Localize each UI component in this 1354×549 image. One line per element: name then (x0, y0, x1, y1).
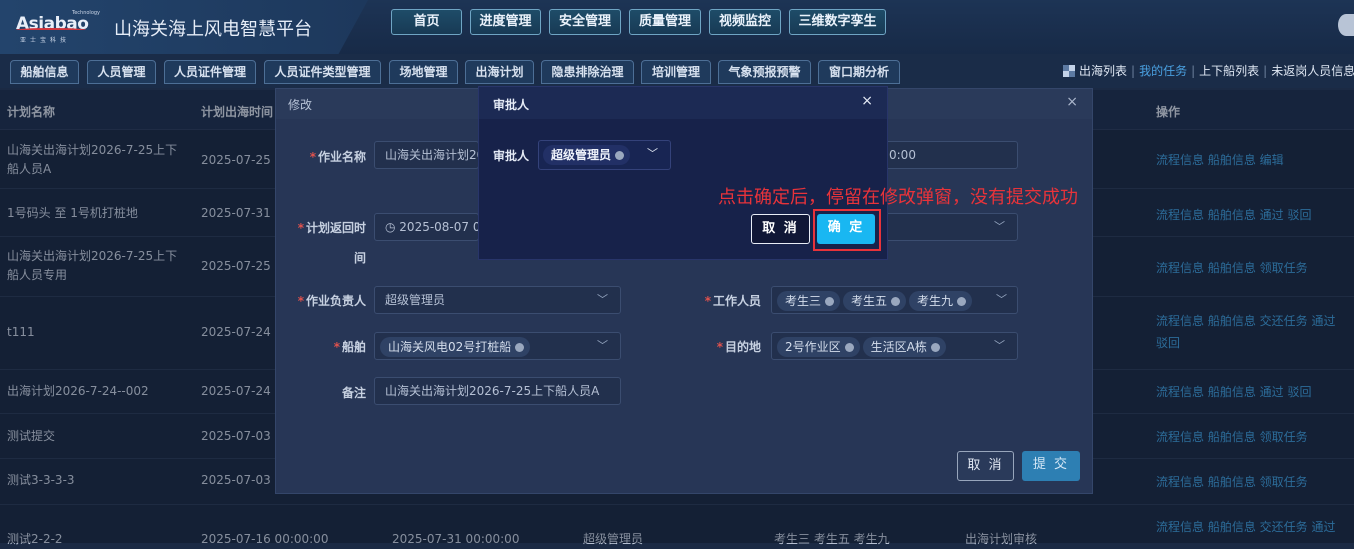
dest-tag: 2号作业区 (777, 336, 860, 357)
chevron-down-icon: ﹀ (994, 220, 1005, 233)
approver-select[interactable]: 超级管理员 ﹀ (538, 140, 671, 170)
tab-weather[interactable]: 气象预报预警 (718, 60, 811, 84)
chevron-down-icon: ﹀ (647, 147, 658, 160)
chevron-down-icon: ﹀ (996, 293, 1007, 306)
nav-safety[interactable]: 安全管理 (549, 9, 621, 35)
return-time-input[interactable]: ◷ 2025-08-07 00 (374, 213, 479, 241)
app-title: 山海关海上风电智慧平台 (114, 19, 312, 40)
remark-input[interactable]: 山海关出海计划2026-7-25上下船人员A (374, 377, 621, 405)
worker-tag: 考生三 (777, 290, 841, 311)
approver-tag: 超级管理员 (543, 144, 631, 165)
clock-icon: ◷ (385, 220, 400, 234)
tab-personnel-cert[interactable]: 人员证件管理 (164, 60, 256, 84)
approver-dialog-header: 审批人 × (479, 87, 887, 119)
edit-submit-button[interactable]: 提 交 (1022, 451, 1080, 481)
worker-tag: 考生五 (843, 290, 907, 311)
tag-close-icon[interactable] (957, 296, 967, 306)
tab-training[interactable]: 培训管理 (641, 60, 711, 84)
link-sea-list[interactable]: 出海列表 (1079, 64, 1127, 78)
logo-swoosh-icon (16, 28, 86, 32)
dest-label: * 目的地 (716, 340, 761, 354)
job-name-input[interactable]: 山海关出海计划2026-7-25上下船人员A (374, 141, 479, 169)
tab-site[interactable]: 场地管理 (389, 60, 458, 84)
nav-quality[interactable]: 质量管理 (629, 9, 701, 35)
link-my-tasks[interactable]: 我的任务 (1139, 64, 1187, 78)
job-name-label: * 作业名称 (309, 150, 366, 164)
brand-area: Technology Asiabao 亚士宝科技 山海关海上风电智慧平台 (0, 0, 368, 54)
user-avatar[interactable] (1338, 14, 1354, 36)
close-icon[interactable]: × (1066, 94, 1078, 110)
grid-icon (1063, 65, 1075, 77)
remark-label: 备注 (341, 386, 366, 400)
plan-time-input[interactable]: 0:00 (874, 141, 1018, 169)
tag-close-icon[interactable] (615, 150, 625, 160)
workers-select[interactable]: 考生三 考生五 考生九 ﹀ (771, 286, 1018, 314)
link-not-returned[interactable]: 未返岗人员信息 (1271, 64, 1354, 78)
close-icon[interactable]: × (861, 93, 873, 109)
approver-dialog-title: 审批人 (493, 98, 530, 112)
annotation-highlight-box (813, 209, 881, 251)
right-links: 出海列表 | 我的任务 | 上下船列表 | 未返岗人员信息 (1063, 62, 1354, 79)
chevron-down-icon: ﹀ (597, 293, 608, 306)
nav-digital-twin[interactable]: 三维数字孪生 (789, 9, 886, 35)
tag-close-icon[interactable] (930, 342, 940, 352)
edit-dialog-title: 修改 (288, 98, 313, 112)
ship-select[interactable]: 山海关风电02号打桩船 ﹀ (374, 332, 621, 360)
return-time-label-2: 间 (353, 251, 366, 265)
dest-tag: 生活区A栋 (862, 336, 946, 357)
chevron-down-icon: ﹀ (994, 339, 1005, 352)
logo-subtext: 亚士宝科技 (20, 37, 71, 44)
dest-select[interactable]: 2号作业区 生活区A栋 ﹀ (771, 332, 1018, 360)
nav-video[interactable]: 视频监控 (709, 9, 781, 35)
chevron-down-icon: ﹀ (597, 339, 608, 352)
tab-window[interactable]: 窗口期分析 (818, 60, 900, 84)
tab-ship-info[interactable]: 船舶信息 (10, 60, 79, 84)
status-select[interactable]: ﹀ (874, 213, 1018, 241)
ship-label: * 船舶 (333, 340, 366, 354)
tag-close-icon[interactable] (515, 342, 525, 352)
edit-cancel-button[interactable]: 取 消 (957, 451, 1014, 481)
company-logo: Technology Asiabao 亚士宝科技 (16, 8, 100, 44)
worker-tag: 考生九 (909, 290, 973, 311)
approver-label: 审批人 (493, 149, 530, 163)
workers-label: * 工作人员 (704, 294, 761, 308)
tag-close-icon[interactable] (825, 296, 835, 306)
tab-cert-type[interactable]: 人员证件类型管理 (264, 60, 381, 84)
leader-label: * 作业负责人 (297, 294, 366, 308)
link-boarding-list[interactable]: 上下船列表 (1199, 64, 1259, 78)
approver-cancel-button[interactable]: 取 消 (751, 214, 810, 244)
nav-home[interactable]: 首页 (391, 9, 462, 35)
tag-close-icon[interactable] (891, 296, 901, 306)
ship-tag: 山海关风电02号打桩船 (380, 336, 531, 357)
top-header: Technology Asiabao 亚士宝科技 山海关海上风电智慧平台 首页 … (0, 0, 1354, 54)
tab-hazard[interactable]: 隐患排除治理 (541, 60, 634, 84)
annotation-text: 点击确定后，停留在修改弹窗，没有提交成功 (718, 187, 1078, 208)
return-time-label: * 计划返回时 (297, 221, 366, 235)
tag-close-icon[interactable] (844, 342, 854, 352)
leader-select[interactable]: 超级管理员 ﹀ (374, 286, 621, 314)
tab-sea-plan[interactable]: 出海计划 (465, 60, 534, 84)
nav-progress[interactable]: 进度管理 (470, 9, 541, 35)
tab-personnel[interactable]: 人员管理 (87, 60, 156, 84)
